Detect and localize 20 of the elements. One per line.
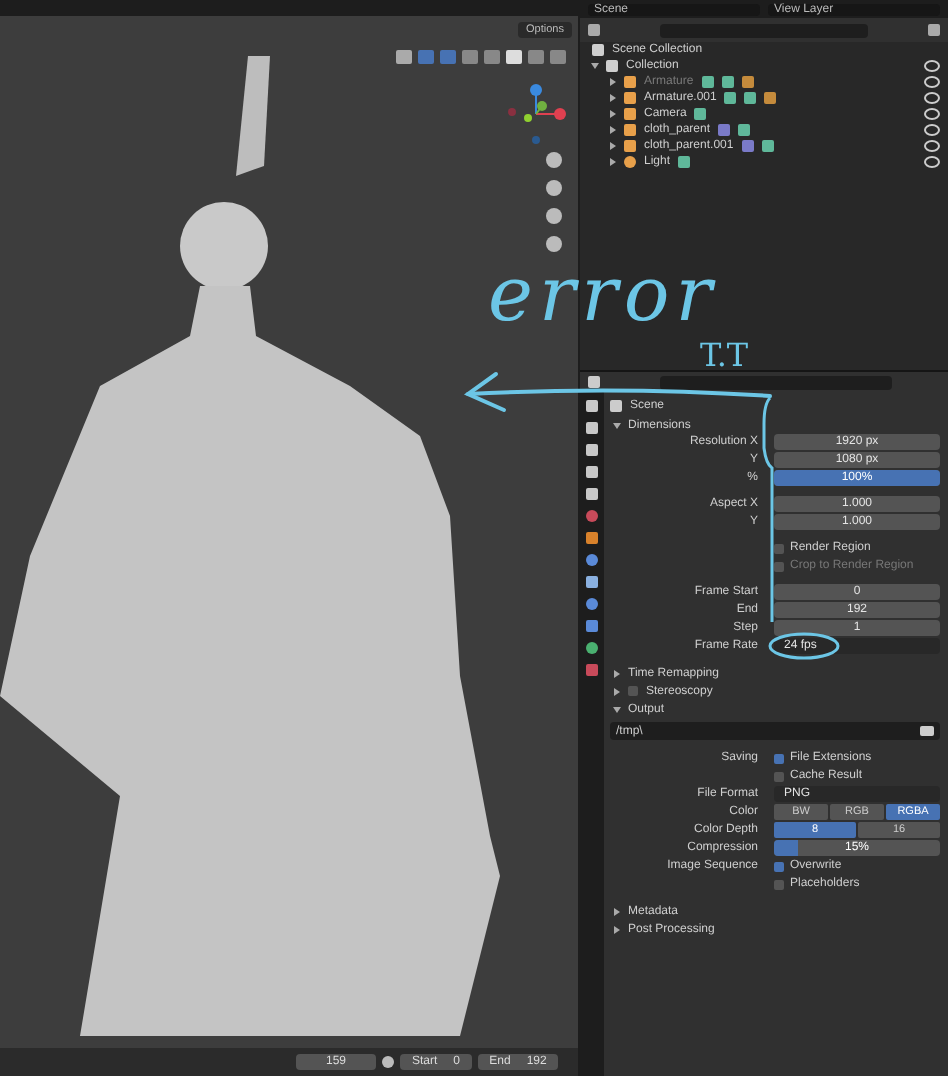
checkbox[interactable]: [774, 879, 784, 889]
stopwatch-icon[interactable]: [382, 1056, 394, 1068]
modifier-icon: [678, 156, 691, 168]
checkbox[interactable]: [774, 861, 784, 871]
axis-gizmo-drawing[interactable]: [502, 80, 570, 148]
handwritten-annotation: error: [488, 256, 718, 332]
checkbox[interactable]: [628, 686, 638, 696]
editor-type-icon[interactable]: [588, 376, 600, 388]
scene-collection-icon: [592, 44, 604, 56]
handwritten-annotation: T.T: [700, 336, 749, 374]
scene-icon: [610, 400, 622, 412]
checkbox[interactable]: [774, 543, 784, 553]
checkbox[interactable]: [774, 753, 784, 763]
folder-icon[interactable]: [920, 726, 934, 736]
annotation-circle: [768, 632, 840, 660]
display-mode-icon[interactable]: [588, 24, 600, 36]
search-field[interactable]: [660, 375, 892, 389]
expand-arrow-icon[interactable]: [591, 63, 599, 69]
checkbox[interactable]: [774, 771, 784, 781]
filter-icon[interactable]: [928, 24, 940, 36]
